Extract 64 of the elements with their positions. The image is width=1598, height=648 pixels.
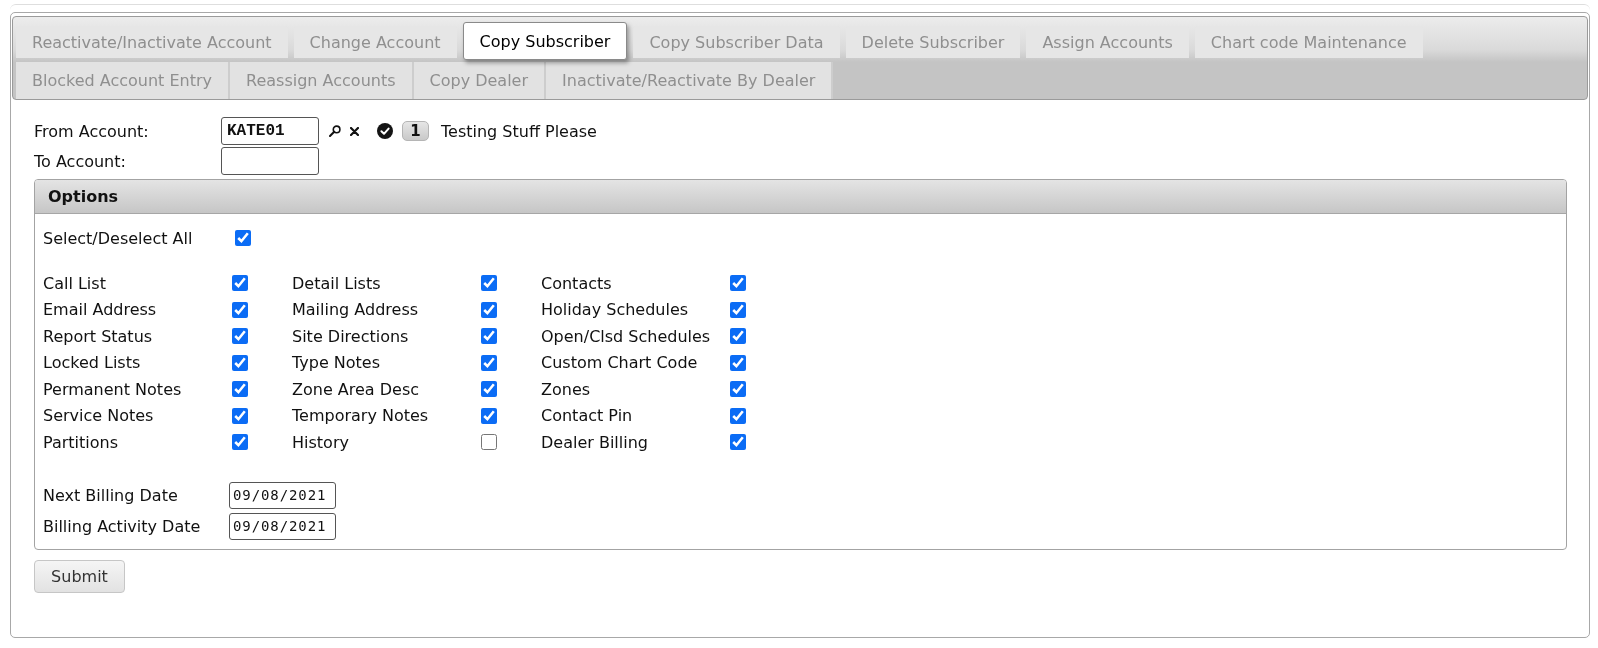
checkbox[interactable] — [481, 354, 497, 371]
option-label: Locked Lists — [43, 353, 142, 373]
tab[interactable]: Copy Dealer — [413, 62, 547, 99]
checkbox[interactable] — [481, 407, 497, 424]
option-label: Contact Pin — [541, 406, 634, 426]
panel-title: Options — [35, 180, 1566, 214]
field-label: To Account: — [34, 151, 127, 171]
option-label: History — [292, 432, 350, 452]
field-label: Next Billing Date — [43, 485, 179, 505]
tab[interactable]: Reassign Accounts — [230, 62, 414, 99]
checkbox[interactable] — [481, 434, 497, 451]
option-label: Zone Area Desc — [292, 379, 421, 399]
checkbox[interactable] — [481, 301, 497, 318]
input-field[interactable] — [221, 147, 319, 175]
checkbox[interactable] — [481, 275, 497, 292]
date-field[interactable]: 09/08/2021 — [229, 512, 336, 540]
checkbox[interactable] — [232, 407, 248, 424]
option-label: Zones — [541, 379, 592, 399]
checkbox[interactable] — [232, 381, 248, 398]
date-field[interactable]: 09/08/2021 — [229, 481, 336, 509]
option-label: Report Status — [43, 326, 154, 346]
option-label: Email Address — [43, 300, 158, 320]
checkbox[interactable] — [730, 381, 746, 398]
checkbox[interactable] — [481, 381, 497, 398]
option-label: Dealer Billing — [541, 432, 649, 452]
option-label: Detail Lists — [292, 273, 382, 293]
check-circle-icon — [377, 123, 393, 139]
field-label: From Account: — [34, 121, 150, 141]
checkbox[interactable] — [730, 275, 746, 292]
option-label: Permanent Notes — [43, 379, 183, 399]
checkbox[interactable] — [232, 301, 248, 318]
checkbox[interactable] — [232, 354, 248, 371]
option-label: Service Notes — [43, 406, 155, 426]
option-label: Partitions — [43, 432, 119, 452]
checkbox[interactable] — [730, 434, 746, 451]
count-badge: 1 — [402, 121, 429, 141]
option-label: Temporary Notes — [292, 406, 430, 426]
option-label: Call List — [43, 273, 107, 293]
checkbox[interactable] — [730, 301, 746, 318]
option-label: Contacts — [541, 273, 613, 293]
checkbox[interactable] — [730, 354, 746, 371]
option-label: Mailing Address — [292, 300, 420, 320]
checkbox[interactable] — [235, 230, 251, 246]
input-field[interactable]: KATE01 — [221, 117, 319, 145]
option-label: Custom Chart Code — [541, 353, 699, 373]
checkbox[interactable] — [481, 328, 497, 345]
tab[interactable]: Blocked Account Entry — [16, 62, 231, 99]
checkbox[interactable] — [730, 407, 746, 424]
option-label: Select/Deselect All — [43, 228, 194, 248]
account-name: Testing Stuff Please — [441, 121, 597, 141]
checkbox[interactable] — [730, 328, 746, 345]
option-label: Site Directions — [292, 326, 410, 346]
search-icon[interactable] — [329, 125, 341, 137]
tab[interactable]: Copy Subscriber — [462, 22, 628, 60]
checkbox[interactable] — [232, 434, 248, 451]
field-label: Billing Activity Date — [43, 516, 202, 536]
submit-button[interactable]: Submit — [34, 560, 125, 593]
option-label: Holiday Schedules — [541, 300, 690, 320]
tab[interactable]: Inactivate/Reactivate By Dealer — [546, 62, 834, 99]
option-label: Open/Clsd Schedules — [541, 326, 712, 346]
option-label: Type Notes — [292, 353, 382, 373]
close-icon[interactable] — [350, 126, 359, 136]
checkbox[interactable] — [232, 275, 248, 292]
checkbox[interactable] — [232, 328, 248, 345]
